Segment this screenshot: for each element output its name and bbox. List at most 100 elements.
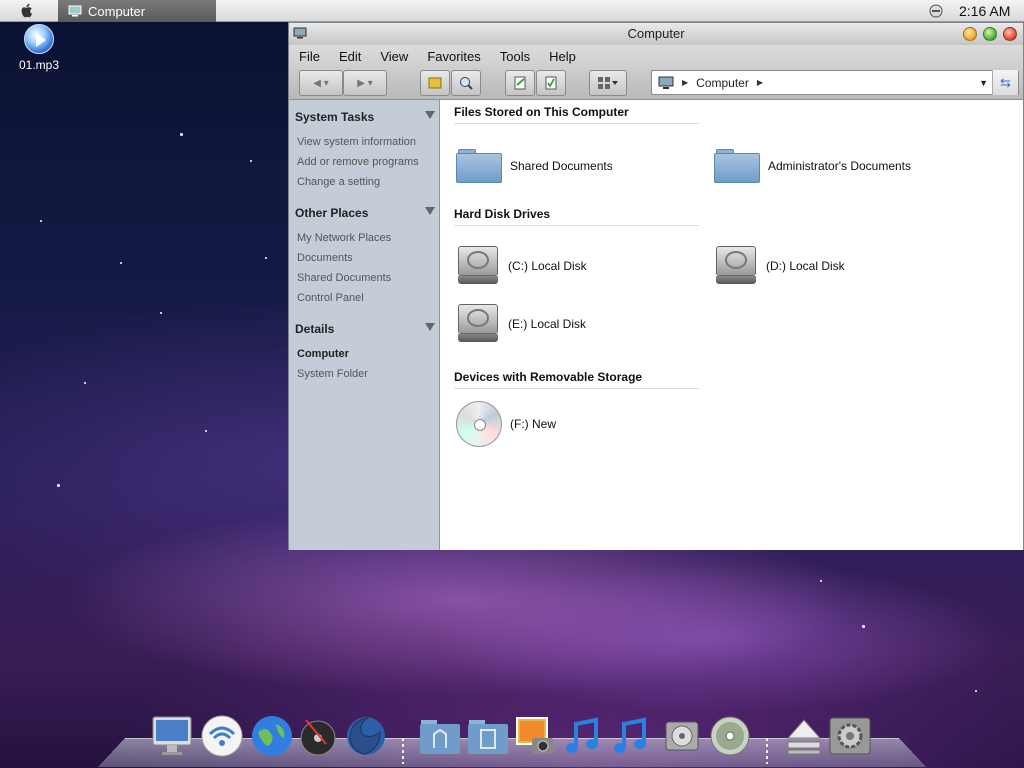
section-details[interactable]: Details <box>289 318 439 340</box>
properties-button[interactable] <box>536 70 566 96</box>
menu-help[interactable]: Help <box>549 49 576 64</box>
dock-separator <box>766 738 768 764</box>
content-pane: Files Stored on This Computer Shared Doc… <box>440 100 1023 550</box>
monitor-icon[interactable] <box>150 714 194 758</box>
back-arrow-icon: ◀ ▾ <box>313 77 329 89</box>
address-bar[interactable]: ▶ Computer ▶ ▼ ⇆ <box>651 70 1019 95</box>
top-menubar: Computer 2:16 AM <box>0 0 1024 22</box>
item-drive-c[interactable]: (C:) Local Disk <box>456 244 587 288</box>
cd-icon[interactable] <box>708 714 752 758</box>
task-change-setting[interactable]: Change a setting <box>297 172 439 192</box>
forward-button[interactable]: ▶ ▾ <box>343 70 387 96</box>
maximize-button[interactable] <box>983 27 997 41</box>
item-drive-f[interactable]: (F:) New <box>456 401 556 447</box>
dvd-player-icon[interactable] <box>296 714 340 758</box>
section-other-places[interactable]: Other Places <box>289 202 439 224</box>
star <box>862 625 865 628</box>
documents-folder-icon[interactable] <box>466 714 510 758</box>
details-type: System Folder <box>297 368 368 380</box>
taskbar-button-label: Computer <box>88 3 146 19</box>
views-button[interactable] <box>589 70 627 96</box>
music-note-icon[interactable] <box>562 714 606 758</box>
item-label: (D:) Local Disk <box>766 259 845 273</box>
collapse-icon[interactable] <box>425 207 435 215</box>
explorer-window: Computer File Edit View Favorites Tools … <box>288 22 1024 550</box>
window-body: System Tasks View system information Add… <box>289 100 1023 550</box>
section-title: System Tasks <box>295 110 375 124</box>
item-drive-d[interactable]: (D:) Local Disk <box>714 244 845 288</box>
menu-tools[interactable]: Tools <box>500 49 530 64</box>
network-status-icon[interactable] <box>929 4 943 18</box>
task-view-system-info[interactable]: View system information <box>297 132 439 152</box>
section-title: Other Places <box>295 206 369 220</box>
refresh-icon: ⇆ <box>1000 74 1011 90</box>
star <box>265 257 267 259</box>
item-label: Shared Documents <box>510 159 613 173</box>
menu-view[interactable]: View <box>380 49 408 64</box>
section-system-tasks[interactable]: System Tasks <box>289 106 439 128</box>
star <box>820 580 822 582</box>
minimize-button[interactable] <box>963 27 977 41</box>
eject-icon[interactable] <box>782 714 826 758</box>
place-network[interactable]: My Network Places <box>297 228 439 248</box>
computer-icon <box>658 76 674 89</box>
menu-file[interactable]: File <box>299 49 320 64</box>
globe-icon[interactable] <box>250 714 294 758</box>
computer-icon <box>293 27 307 39</box>
menu-favorites[interactable]: Favorites <box>427 49 480 64</box>
window-title: Computer <box>627 26 685 41</box>
details-name: Computer <box>297 348 349 360</box>
breadcrumb-separator-icon: ▶ <box>756 78 763 87</box>
collapse-icon[interactable] <box>425 111 435 119</box>
window-titlebar[interactable]: Computer <box>289 23 1023 45</box>
back-button[interactable]: ◀ ▾ <box>299 70 343 96</box>
close-button[interactable] <box>1003 27 1017 41</box>
star <box>120 262 122 264</box>
group-title-files: Files Stored on This Computer <box>454 104 699 124</box>
taskbar-button-computer[interactable]: Computer <box>58 0 216 22</box>
desktop-file-mp3[interactable]: 01.mp3 <box>14 24 64 72</box>
collapse-icon[interactable] <box>425 323 435 331</box>
menu-edit[interactable]: Edit <box>339 49 361 64</box>
folder-icon <box>456 149 502 183</box>
chevron-down-icon[interactable]: ▼ <box>979 78 988 88</box>
music-note-icon[interactable] <box>610 714 654 758</box>
photo-icon[interactable] <box>514 714 558 758</box>
refresh-button[interactable]: ⇆ <box>992 70 1018 95</box>
star <box>205 430 207 432</box>
applications-folder-icon[interactable] <box>418 714 462 758</box>
item-label: Administrator's Documents <box>768 159 912 173</box>
hard-drive-icon[interactable] <box>660 714 704 758</box>
menu-bar: File Edit View Favorites Tools Help <box>289 45 1023 67</box>
place-control-panel[interactable]: Control Panel <box>297 288 439 308</box>
folders-button[interactable] <box>420 70 450 96</box>
clock[interactable]: 2:16 AM <box>959 3 1010 19</box>
place-shared-documents[interactable]: Shared Documents <box>297 268 439 288</box>
desktop-file-label: 01.mp3 <box>18 58 60 72</box>
cd-drive-icon <box>456 401 502 447</box>
search-button[interactable] <box>451 70 481 96</box>
views-icon <box>598 77 618 89</box>
wifi-icon[interactable] <box>200 714 244 758</box>
item-shared-documents[interactable]: Shared Documents <box>456 149 613 183</box>
task-pane: System Tasks View system information Add… <box>289 100 440 550</box>
edit-button[interactable] <box>505 70 535 96</box>
place-documents[interactable]: Documents <box>297 248 439 268</box>
folders-icon <box>428 77 442 89</box>
firefox-icon[interactable] <box>344 714 388 758</box>
item-label: (E:) Local Disk <box>508 317 587 331</box>
system-preferences-icon[interactable] <box>828 714 872 758</box>
item-drive-e[interactable]: (E:) Local Disk <box>456 302 586 346</box>
hard-disk-icon <box>456 302 500 346</box>
star <box>250 160 252 162</box>
forward-arrow-icon: ▶ ▾ <box>357 77 373 89</box>
group-title-drives: Hard Disk Drives <box>454 206 699 226</box>
folder-icon <box>714 149 760 183</box>
hard-disk-icon <box>456 244 500 288</box>
item-admin-documents[interactable]: Administrator's Documents <box>714 149 911 183</box>
apple-icon[interactable] <box>18 2 36 20</box>
star <box>975 690 977 692</box>
task-add-remove-programs[interactable]: Add or remove programs <box>297 152 439 172</box>
group-title-removable: Devices with Removable Storage <box>454 369 699 389</box>
dock-separator <box>402 738 404 764</box>
